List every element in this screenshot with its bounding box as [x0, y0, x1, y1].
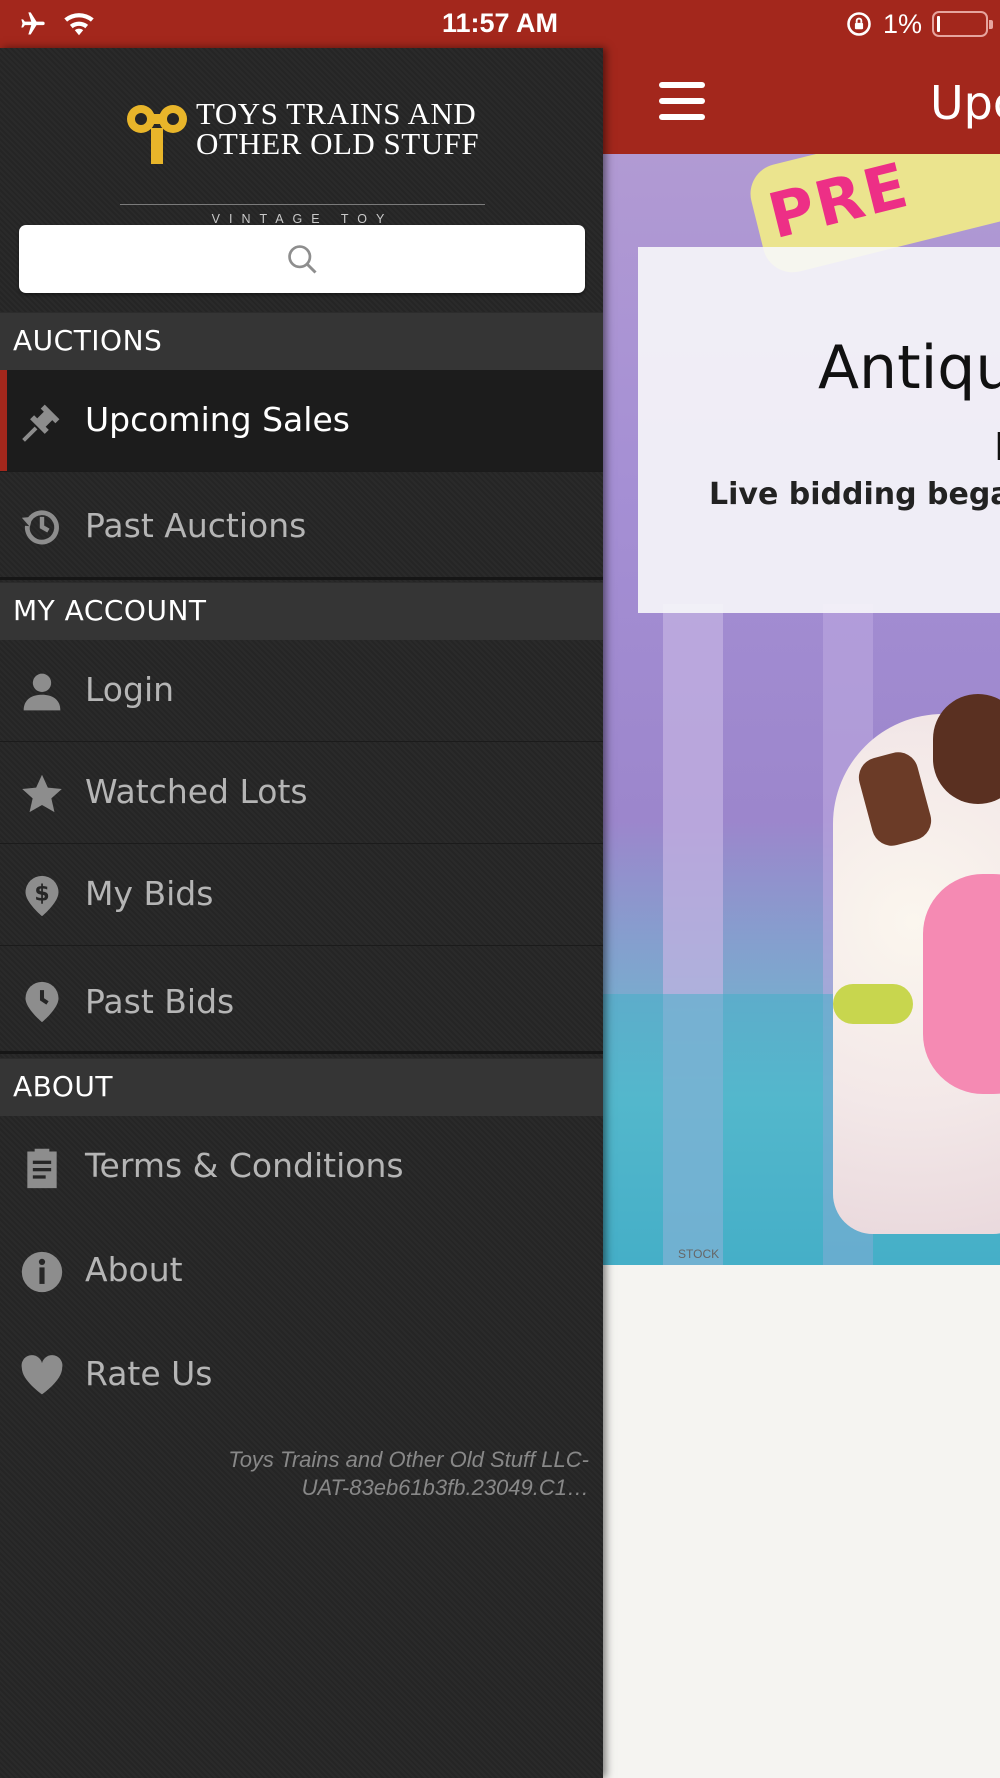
doll-pink-fabric [923, 874, 1000, 1094]
menu-item-about[interactable]: About [0, 1220, 603, 1322]
search-input[interactable] [19, 225, 585, 293]
doll-bow [833, 984, 913, 1024]
dollar-pin-icon: $ [25, 875, 59, 917]
menu-item-label: My Bids [85, 874, 214, 913]
navigation-drawer: TOYS TRAINS AND OTHER OLD STUFF VINTAGE … [0, 48, 603, 1778]
menu-item-label: Login [85, 670, 175, 709]
section-about: ABOUT [0, 1058, 603, 1116]
menu-item-label: About [85, 1250, 183, 1289]
star-icon [22, 774, 62, 813]
clipboard-icon [27, 1148, 57, 1189]
menu-item-label: Past Bids [85, 982, 235, 1021]
menu-item-my-bids[interactable]: $ My Bids [0, 844, 603, 946]
hamburger-icon[interactable] [659, 82, 705, 120]
doll-head [933, 694, 1000, 804]
company-logo: TOYS TRAINS AND OTHER OLD STUFF VINTAGE … [120, 92, 485, 249]
menu-item-past-bids[interactable]: Past Bids [0, 946, 603, 1054]
user-icon [23, 673, 61, 711]
menu-item-watched-lots[interactable]: Watched Lots [0, 742, 603, 844]
section-label: ABOUT [13, 1070, 114, 1103]
menu-item-label: Upcoming Sales [85, 400, 350, 439]
menu-item-label: Watched Lots [85, 772, 308, 811]
menu-item-rate-us[interactable]: Rate Us [0, 1324, 603, 1426]
svg-text:$: $ [34, 882, 49, 907]
sale-subtitle: L [994, 425, 1000, 469]
gavel-icon [22, 404, 60, 442]
menu-item-label: Past Auctions [85, 506, 307, 545]
menu-item-upcoming-sales[interactable]: Upcoming Sales [0, 370, 603, 472]
version-line-2: UAT-83eb61b3fb.23049.C1… [301, 1475, 589, 1500]
section-label: MY ACCOUNT [13, 594, 207, 627]
menu-item-past-auctions[interactable]: Past Auctions [0, 472, 603, 580]
image-caption: STOCK [678, 1247, 720, 1261]
battery-icon [932, 11, 993, 37]
history-icon [21, 510, 59, 545]
menu-item-terms[interactable]: Terms & Conditions [0, 1116, 603, 1218]
windup-key-icon [127, 105, 187, 164]
section-my-account: MY ACCOUNT [0, 582, 603, 640]
battery-level [937, 16, 940, 32]
section-auctions: AUCTIONS [0, 312, 603, 370]
logo-line-2: OTHER OLD STUFF [196, 126, 480, 161]
sale-title: Antique [818, 333, 1000, 403]
sale-status: Live bidding began [709, 477, 1000, 512]
version-line-1: Toys Trains and Other Old Stuff LLC- [228, 1447, 589, 1472]
status-bar: 11:57 AM 1% [0, 0, 1000, 48]
heart-icon [21, 1355, 63, 1395]
menu-item-label: Rate Us [85, 1354, 213, 1393]
section-label: AUCTIONS [13, 324, 163, 357]
info-icon [21, 1251, 63, 1293]
battery-percent: 1% [882, 8, 922, 39]
search-field[interactable] [19, 225, 585, 293]
menu-item-label: Terms & Conditions [85, 1146, 404, 1185]
page-title: Upcoming Sales [930, 76, 1000, 130]
rotation-lock-icon [847, 12, 871, 36]
status-right-icons: 1% [845, 8, 993, 40]
menu-item-login[interactable]: Login [0, 640, 603, 742]
sale-card[interactable]: Antique L Live bidding began [638, 247, 1000, 613]
version-info: Toys Trains and Other Old Stuff LLC- UAT… [29, 1446, 589, 1502]
clock-pin-icon [25, 981, 59, 1023]
app-header: Upcoming Sales [603, 48, 1000, 154]
